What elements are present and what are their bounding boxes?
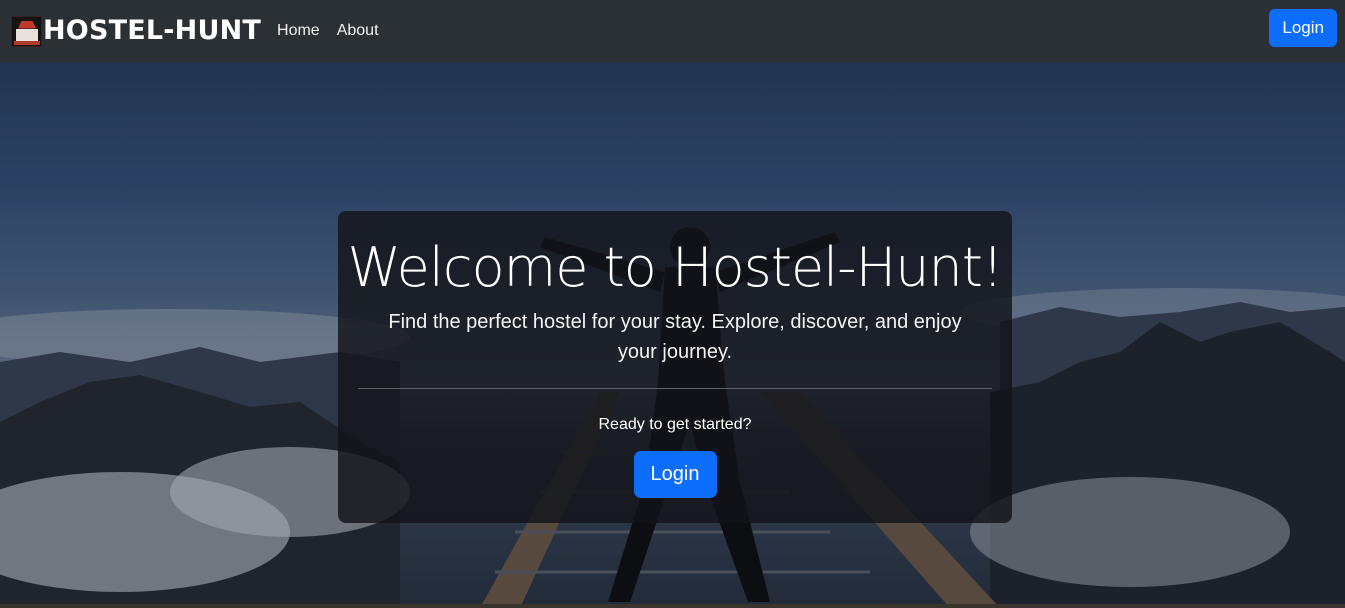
nav-links: Home About [277,3,396,59]
nav-link-home[interactable]: Home [277,3,320,59]
welcome-card: Welcome to Hostel-Hunt! Find the perfect… [338,211,1012,523]
navbar-login-button[interactable]: Login [1269,9,1337,47]
nav-link-about[interactable]: About [337,3,379,59]
brand-link[interactable]: HOSTEL-HUNT [11,11,261,51]
hero-title: Welcome to Hostel-Hunt! [347,236,1003,299]
navbar: HOSTEL-HUNT Home About Login [0,0,1345,62]
hero-section: Welcome to Hostel-Hunt! Find the perfect… [0,62,1345,608]
hero-login-button[interactable]: Login [633,451,717,498]
hostel-logo-icon [11,15,42,47]
hero-lead: Find the perfect hostel for your stay. E… [388,311,962,363]
bottom-edge [0,604,1345,608]
card-divider [358,388,992,389]
ready-prompt: Ready to get started? [598,416,752,433]
brand-name: HOSTEL-HUNT [43,15,262,46]
